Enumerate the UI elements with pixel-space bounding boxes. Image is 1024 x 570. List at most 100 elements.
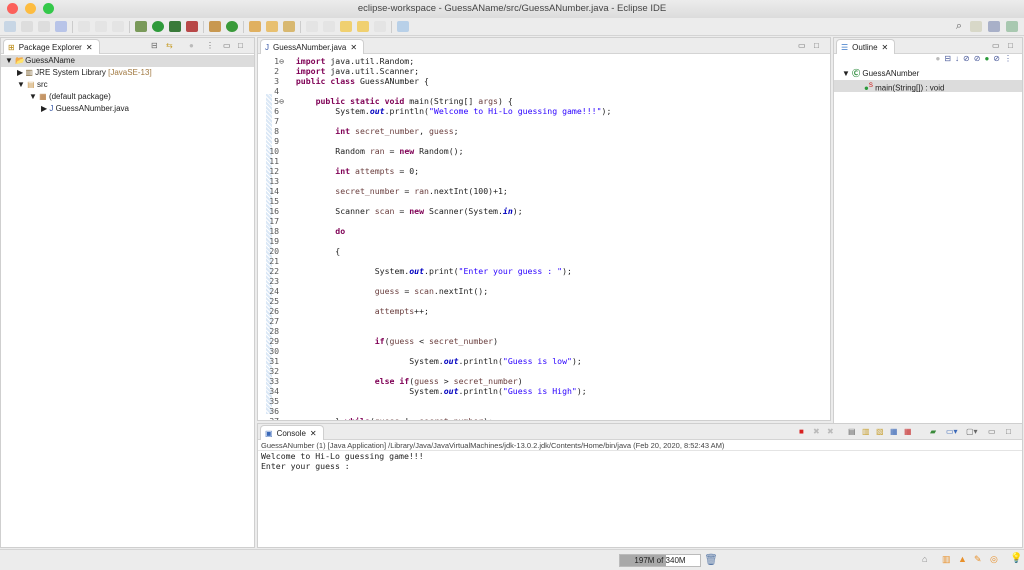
- toggle-breakpoint-icon[interactable]: [55, 21, 67, 32]
- new-icon[interactable]: [4, 21, 16, 32]
- pin-editor-icon[interactable]: [397, 21, 409, 32]
- display-console-icon[interactable]: ▭▾: [946, 427, 958, 436]
- tutorials-icon[interactable]: ▲: [958, 554, 967, 564]
- maximize-icon[interactable]: □: [814, 41, 819, 50]
- view-menu-icon[interactable]: ⋮: [1004, 54, 1016, 63]
- garbage-collect-icon[interactable]: 🗑: [704, 553, 718, 566]
- tree-item-project[interactable]: ▼ 📂GuessAName: [1, 55, 254, 67]
- maximize-icon[interactable]: □: [1008, 41, 1013, 50]
- search-icon[interactable]: ⌕: [956, 20, 962, 33]
- outline-item-class[interactable]: ▼ Ⓒ GuessANumber: [834, 68, 1022, 80]
- run-icon[interactable]: [152, 21, 164, 32]
- step-icon[interactable]: [95, 21, 107, 32]
- filter-icon[interactable]: ●: [189, 41, 194, 50]
- code-line: 35: [258, 396, 830, 406]
- save-all-icon[interactable]: [38, 21, 50, 32]
- tree-item-default-package[interactable]: ▼ ▦ (default package): [1, 91, 254, 103]
- tab-editor-file[interactable]: J GuessANumber.java ✕: [260, 39, 365, 54]
- terminate-icon[interactable]: ■: [799, 427, 804, 436]
- tree-item-label: JRE System Library: [35, 68, 106, 77]
- open-perspective-icon[interactable]: [970, 21, 982, 32]
- minimize-icon[interactable]: ▭: [988, 427, 996, 436]
- maximize-icon[interactable]: □: [1006, 427, 1011, 436]
- collapse-all-icon[interactable]: ⊟: [151, 41, 158, 50]
- tip-lightbulb-icon[interactable]: 💡: [1010, 553, 1022, 564]
- minimize-icon[interactable]: ▭: [992, 41, 1000, 50]
- task-icon[interactable]: ⌂: [922, 554, 927, 564]
- samples-icon[interactable]: ✎: [974, 554, 982, 565]
- tree-item-java-file[interactable]: ▶ J GuessANumber.java: [1, 103, 254, 115]
- code-token: guess: [374, 286, 400, 296]
- search-tool-icon[interactable]: [283, 21, 295, 32]
- line-number: 21: [269, 256, 284, 266]
- word-wrap-icon[interactable]: ▧: [876, 427, 884, 436]
- remove-all-launches-icon[interactable]: ✖: [827, 427, 834, 436]
- collapse-all-icon[interactable]: ⊟: [944, 54, 955, 63]
- new-java-class-icon[interactable]: [226, 21, 238, 32]
- tree-item-jre-library[interactable]: ▶ ▥ JRE System Library [JavaSE-13]: [1, 67, 254, 79]
- show-stdout-icon[interactable]: ▦: [890, 427, 898, 436]
- whats-new-icon[interactable]: ◎: [990, 554, 998, 565]
- java-perspective-icon[interactable]: [988, 21, 1000, 32]
- external-tools-icon[interactable]: [186, 21, 198, 32]
- open-task-icon[interactable]: [266, 21, 278, 32]
- link-with-editor-icon[interactable]: ⇆: [166, 41, 173, 50]
- debug-perspective-icon[interactable]: [1006, 21, 1018, 32]
- tab-package-explorer[interactable]: ⊞ Package Explorer ✕: [3, 39, 100, 54]
- view-menu-icon[interactable]: ⋮: [206, 41, 214, 50]
- tab-outline[interactable]: ☰ Outline ✕: [836, 39, 896, 54]
- minimize-icon[interactable]: ▭: [223, 41, 231, 50]
- save-icon[interactable]: [21, 21, 33, 32]
- tree-item-src[interactable]: ▼ ▤ src: [1, 79, 254, 91]
- code-line: 37 } while(guess != secret_number);: [258, 416, 830, 420]
- sort-icon[interactable]: ↓: [955, 54, 963, 63]
- code-line: 32: [258, 366, 830, 376]
- line-number: 32: [269, 366, 284, 376]
- clear-console-icon[interactable]: ▤: [848, 427, 856, 436]
- heap-label: 197M of 340M: [634, 556, 686, 565]
- overview-icon[interactable]: ▥: [942, 554, 951, 565]
- resume-icon[interactable]: [112, 21, 124, 32]
- pin-console-icon[interactable]: ▰: [930, 427, 936, 436]
- open-console-icon[interactable]: ▢▾: [966, 427, 978, 436]
- code-editor[interactable]: 1⊖ import java.util.Random; 2 import java…: [258, 54, 830, 420]
- close-window-button[interactable]: [7, 3, 18, 14]
- forward-icon[interactable]: [374, 21, 386, 32]
- maximize-icon[interactable]: □: [238, 41, 243, 50]
- hide-local-types-icon[interactable]: ⊘: [993, 54, 1004, 63]
- debug-icon[interactable]: [135, 21, 147, 32]
- last-edit-icon[interactable]: [340, 21, 352, 32]
- previous-annotation-icon[interactable]: [323, 21, 335, 32]
- tab-label: GuessANumber.java: [273, 42, 347, 52]
- skip-breakpoints-icon[interactable]: [78, 21, 90, 32]
- line-number: 7: [274, 116, 284, 126]
- close-icon[interactable]: ✕: [310, 429, 317, 438]
- back-icon[interactable]: [357, 21, 369, 32]
- outline-item-main-method[interactable]: ●S main(String[]) : void: [834, 80, 1022, 93]
- minimize-window-button[interactable]: [25, 3, 36, 14]
- hide-nonpublic-icon[interactable]: ●: [984, 54, 993, 63]
- new-java-package-icon[interactable]: [209, 21, 221, 32]
- code-token: System.: [295, 356, 444, 366]
- next-annotation-icon[interactable]: [306, 21, 318, 32]
- show-stderr-icon[interactable]: ▦: [904, 427, 912, 436]
- tab-console[interactable]: ▣ Console ✕: [260, 425, 324, 440]
- close-icon[interactable]: ✕: [86, 43, 93, 52]
- hide-static-icon[interactable]: ⊘: [974, 54, 985, 63]
- remove-launch-icon[interactable]: ✖: [813, 427, 820, 436]
- close-icon[interactable]: ✕: [350, 43, 357, 52]
- hide-fields-icon[interactable]: ⊘: [963, 54, 974, 63]
- line-number: 25: [269, 296, 284, 306]
- code-token: ): [517, 376, 523, 386]
- close-icon[interactable]: ✕: [882, 43, 889, 52]
- minimize-icon[interactable]: ▭: [798, 41, 806, 50]
- code-line: 29 if(guess < secret_number): [258, 336, 830, 346]
- heap-status[interactable]: 197M of 340M: [619, 554, 701, 567]
- open-type-icon[interactable]: [249, 21, 261, 32]
- coverage-icon[interactable]: [169, 21, 181, 32]
- package-icon: ▦: [39, 92, 47, 101]
- scroll-lock-icon[interactable]: ▥: [862, 427, 870, 436]
- zoom-window-button[interactable]: [43, 3, 54, 14]
- console-output[interactable]: Welcome to Hi-Lo guessing game!!! Enter y…: [258, 451, 1022, 471]
